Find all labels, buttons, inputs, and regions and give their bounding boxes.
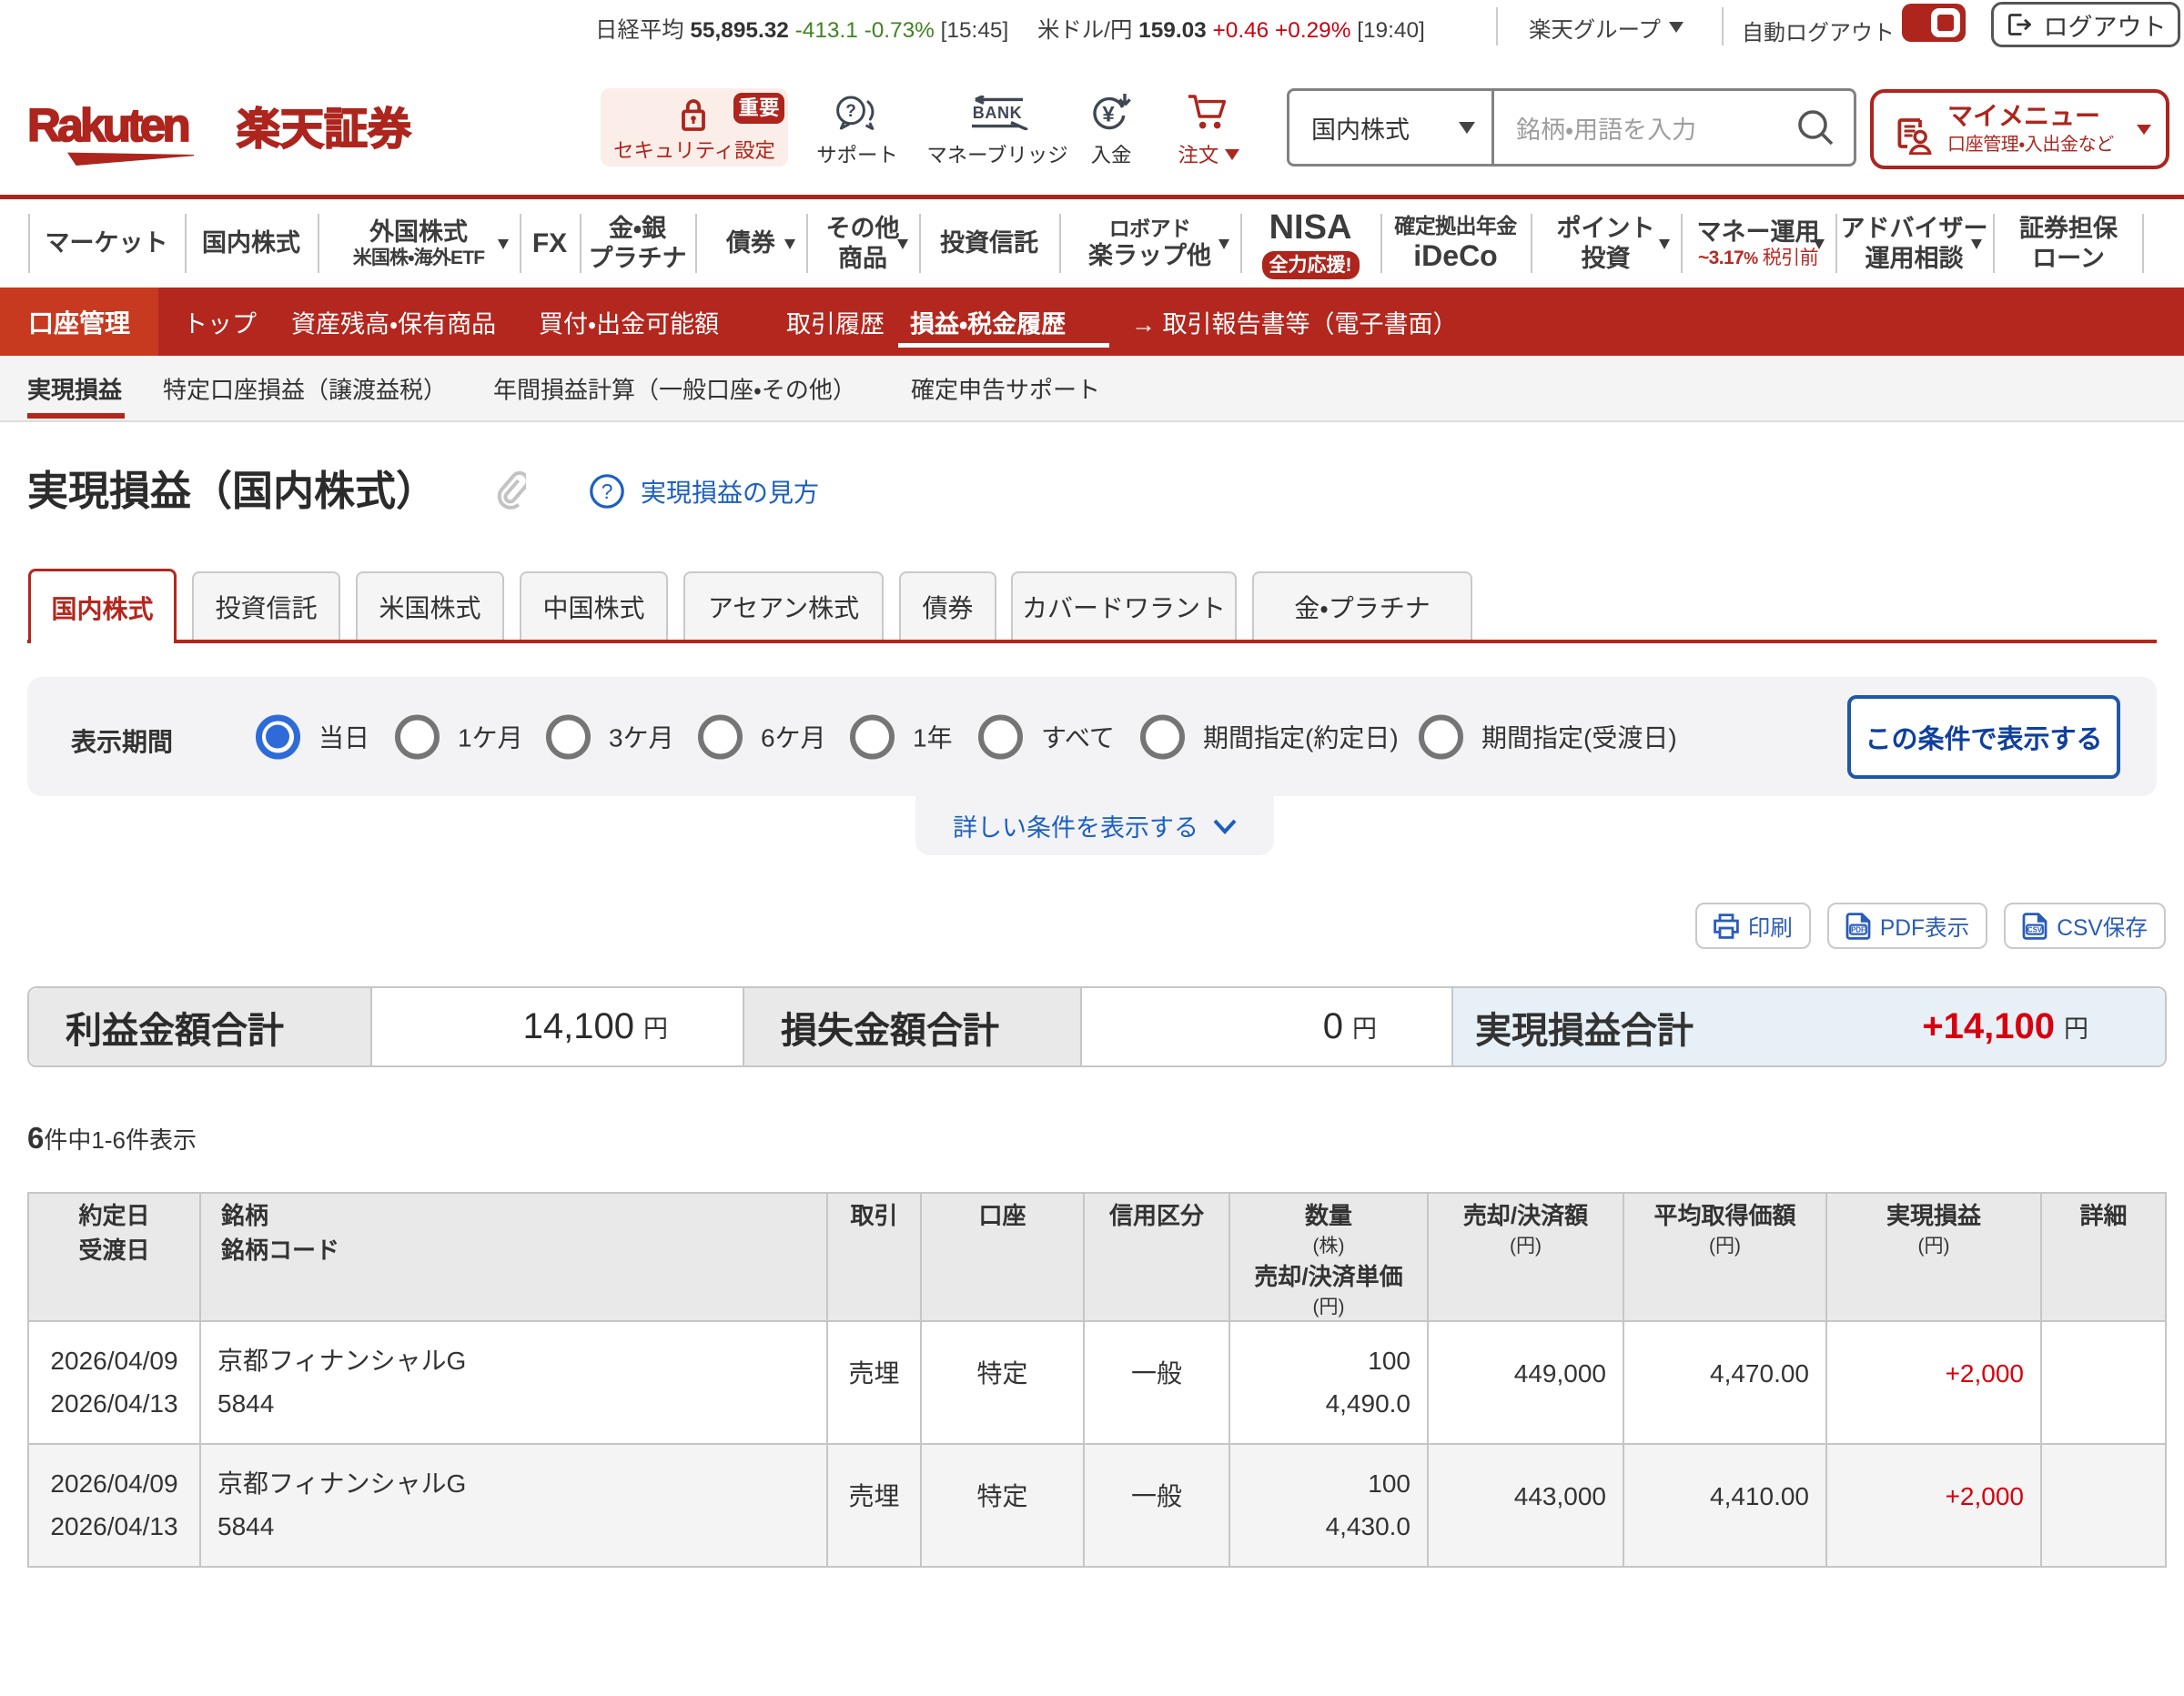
svg-text:BANK: BANK — [973, 104, 1022, 122]
svg-text:¥: ¥ — [1102, 102, 1115, 126]
svg-text:?: ? — [602, 480, 613, 503]
svg-text:CSV: CSV — [2027, 925, 2043, 934]
svg-text:?: ? — [845, 102, 856, 121]
svg-text:PDF: PDF — [1851, 925, 1866, 934]
